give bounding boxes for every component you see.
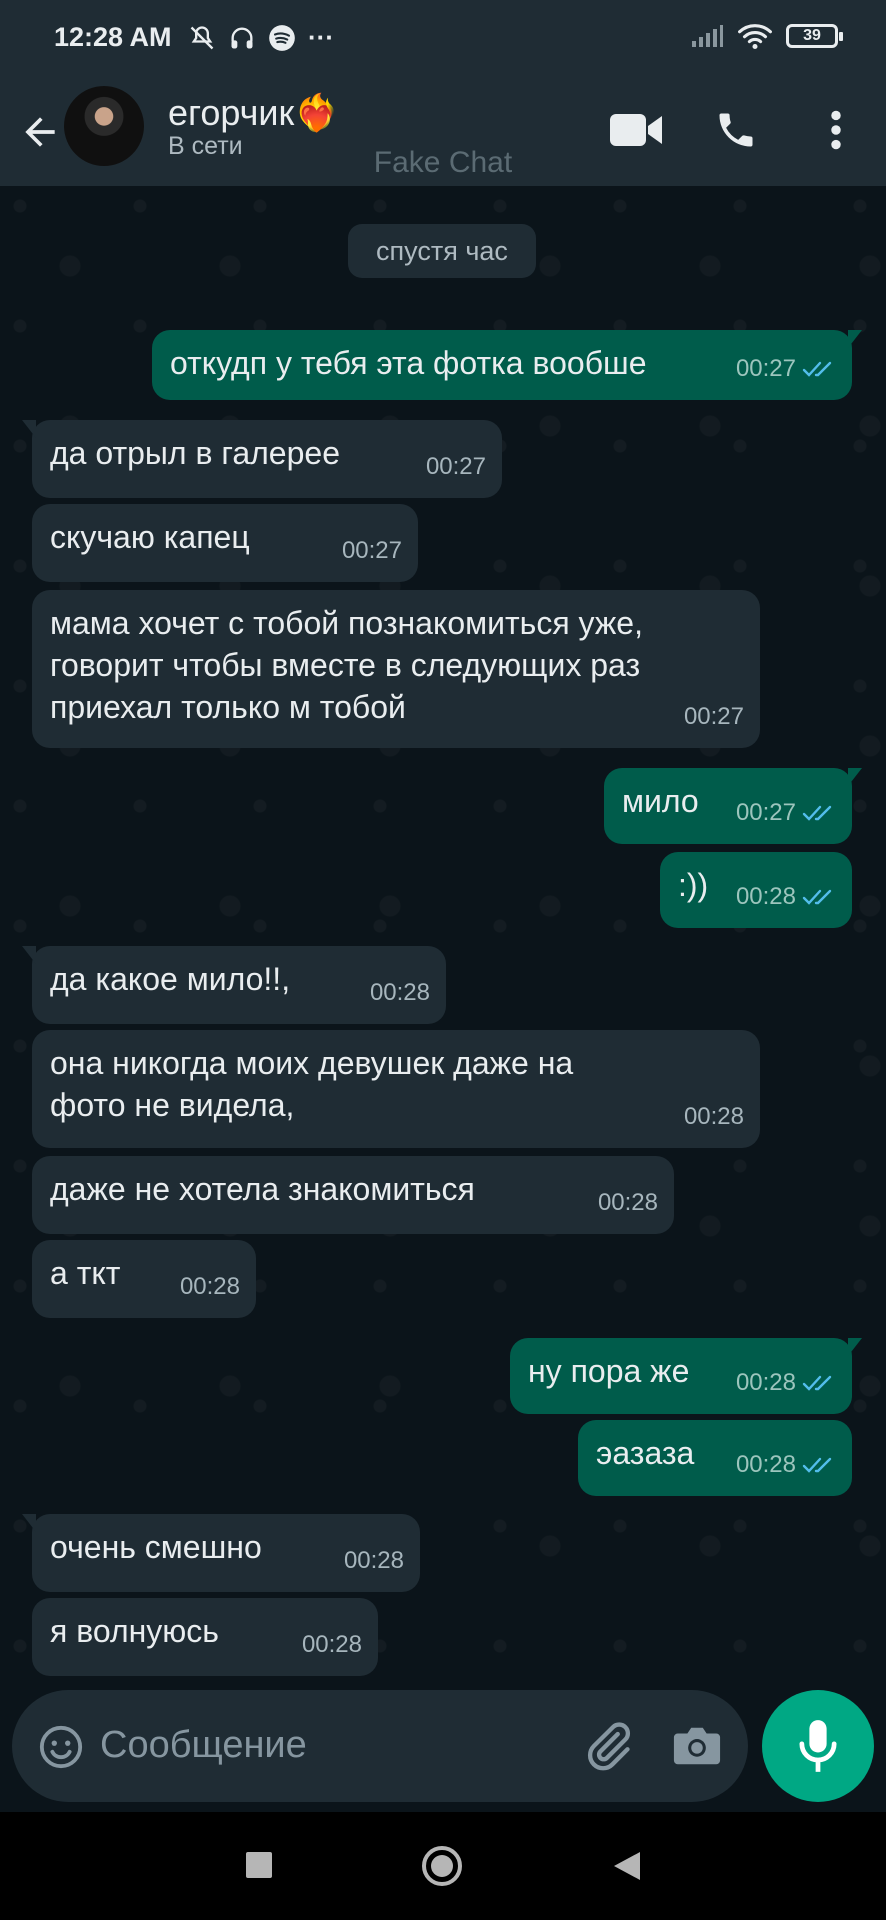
- message-text: :)): [678, 867, 709, 903]
- double-check-icon: [802, 1457, 832, 1473]
- message-meta: 00:28: [736, 876, 836, 918]
- message-meta: 00:27: [736, 348, 836, 390]
- message-time: 00:28: [735, 1451, 796, 1478]
- message-incoming[interactable]: скучаю капец 00:27: [32, 504, 418, 582]
- message-time: 00:28: [735, 1369, 796, 1396]
- message-outgoing[interactable]: эазаза 00:28: [578, 1420, 852, 1496]
- emoji-button[interactable]: [38, 1724, 84, 1775]
- attach-button[interactable]: [582, 1720, 634, 1777]
- message-text: очень смешно: [50, 1529, 262, 1565]
- home-circle-icon: [422, 1846, 462, 1886]
- message-time: 00:28: [735, 883, 796, 910]
- message-text: она никогда моих девушек даже на фото не…: [50, 1045, 574, 1123]
- kebab-menu-icon: [831, 110, 841, 150]
- emoji-icon: [39, 1725, 83, 1769]
- message-time: 00:27: [425, 453, 486, 480]
- message-text: мило: [622, 783, 699, 819]
- message-time: 00:27: [341, 537, 402, 564]
- video-camera-icon: [610, 114, 662, 146]
- message-text: да отрыл в галерее: [50, 435, 340, 471]
- message-outgoing[interactable]: ну пора же 00:28: [510, 1338, 862, 1414]
- message-time: 00:28: [683, 1103, 744, 1130]
- back-nav-button[interactable]: [612, 1850, 642, 1887]
- message-incoming[interactable]: она никогда моих девушек даже на фото не…: [32, 1030, 760, 1148]
- status-icons-left: ···: [188, 22, 334, 53]
- double-check-icon: [802, 805, 832, 821]
- message-text: скучаю капец: [50, 519, 250, 555]
- signal-icon: [692, 25, 723, 47]
- message-outgoing[interactable]: откудп у тебя эта фотка вообше 00:27: [152, 330, 862, 400]
- message-text: а ткт: [50, 1255, 121, 1291]
- message-text: эазаза: [596, 1435, 695, 1471]
- message-meta: 00:28: [736, 1362, 836, 1404]
- double-check-icon: [802, 1375, 832, 1391]
- message-text: мама хочет с тобой познакомиться уже, го…: [50, 605, 643, 725]
- message-incoming[interactable]: мама хочет с тобой познакомиться уже, го…: [32, 590, 760, 748]
- message-time: 00:28: [343, 1547, 404, 1574]
- contact-name[interactable]: егорчик❤️‍🔥: [168, 92, 339, 134]
- message-time: 00:27: [735, 799, 796, 826]
- status-bar: 12:28 AM ··· 39: [0, 0, 886, 80]
- camera-icon: [673, 1727, 721, 1765]
- message-time: 00:27: [735, 355, 796, 382]
- recents-button[interactable]: [246, 1852, 272, 1878]
- more-status-icon: ···: [308, 22, 334, 52]
- message-incoming[interactable]: а ткт 00:28: [32, 1240, 256, 1318]
- message-time: 00:28: [369, 979, 430, 1006]
- message-text: я волнуюсь: [50, 1613, 219, 1649]
- home-button[interactable]: [420, 1844, 464, 1893]
- message-time: 00:28: [301, 1631, 362, 1658]
- message-text: да какое мило!!,: [50, 961, 291, 997]
- spotify-icon: [269, 24, 295, 51]
- message-incoming[interactable]: даже не хотела знакомиться 00:28: [32, 1156, 674, 1234]
- message-meta: 00:27: [736, 792, 836, 834]
- message-input[interactable]: Сообщение: [100, 1724, 307, 1767]
- message-text: даже не хотела знакомиться: [50, 1171, 475, 1207]
- message-incoming[interactable]: я волнуюсь 00:28: [32, 1598, 378, 1676]
- message-outgoing[interactable]: мило 00:27: [604, 768, 862, 844]
- paperclip-icon: [588, 1722, 631, 1771]
- double-check-icon: [802, 889, 832, 905]
- camera-button[interactable]: [672, 1722, 722, 1773]
- battery-icon: 39: [786, 24, 843, 48]
- bell-muted-icon: [190, 25, 214, 49]
- message-text: ну пора же: [528, 1353, 690, 1389]
- microphone-icon: [799, 1720, 837, 1772]
- message-time: 00:28: [597, 1189, 658, 1216]
- message-incoming[interactable]: очень смешно 00:28: [22, 1514, 420, 1592]
- message-time: 00:27: [683, 703, 744, 730]
- watermark: Fake Chat: [373, 146, 513, 179]
- message-composer: Сообщение: [12, 1690, 748, 1802]
- system-nav-bar: [0, 1812, 886, 1920]
- message-incoming[interactable]: да какое мило!!, 00:28: [22, 946, 446, 1024]
- headphones-icon: [231, 27, 253, 48]
- voice-message-button[interactable]: [762, 1690, 874, 1802]
- triangle-back-icon: [614, 1852, 640, 1880]
- date-divider: спустя час: [348, 224, 536, 278]
- message-text: откудп у тебя эта фотка вообше: [170, 345, 647, 381]
- wifi-icon: [738, 24, 772, 50]
- status-time: 12:28 AM: [54, 22, 172, 52]
- message-incoming[interactable]: да отрыл в галерее 00:27: [22, 420, 502, 498]
- status-icons-right: 39: [690, 22, 843, 50]
- double-check-icon: [802, 361, 832, 377]
- message-outgoing[interactable]: :)) 00:28: [660, 852, 852, 928]
- message-meta: 00:28: [736, 1444, 836, 1486]
- message-time: 00:28: [179, 1273, 240, 1300]
